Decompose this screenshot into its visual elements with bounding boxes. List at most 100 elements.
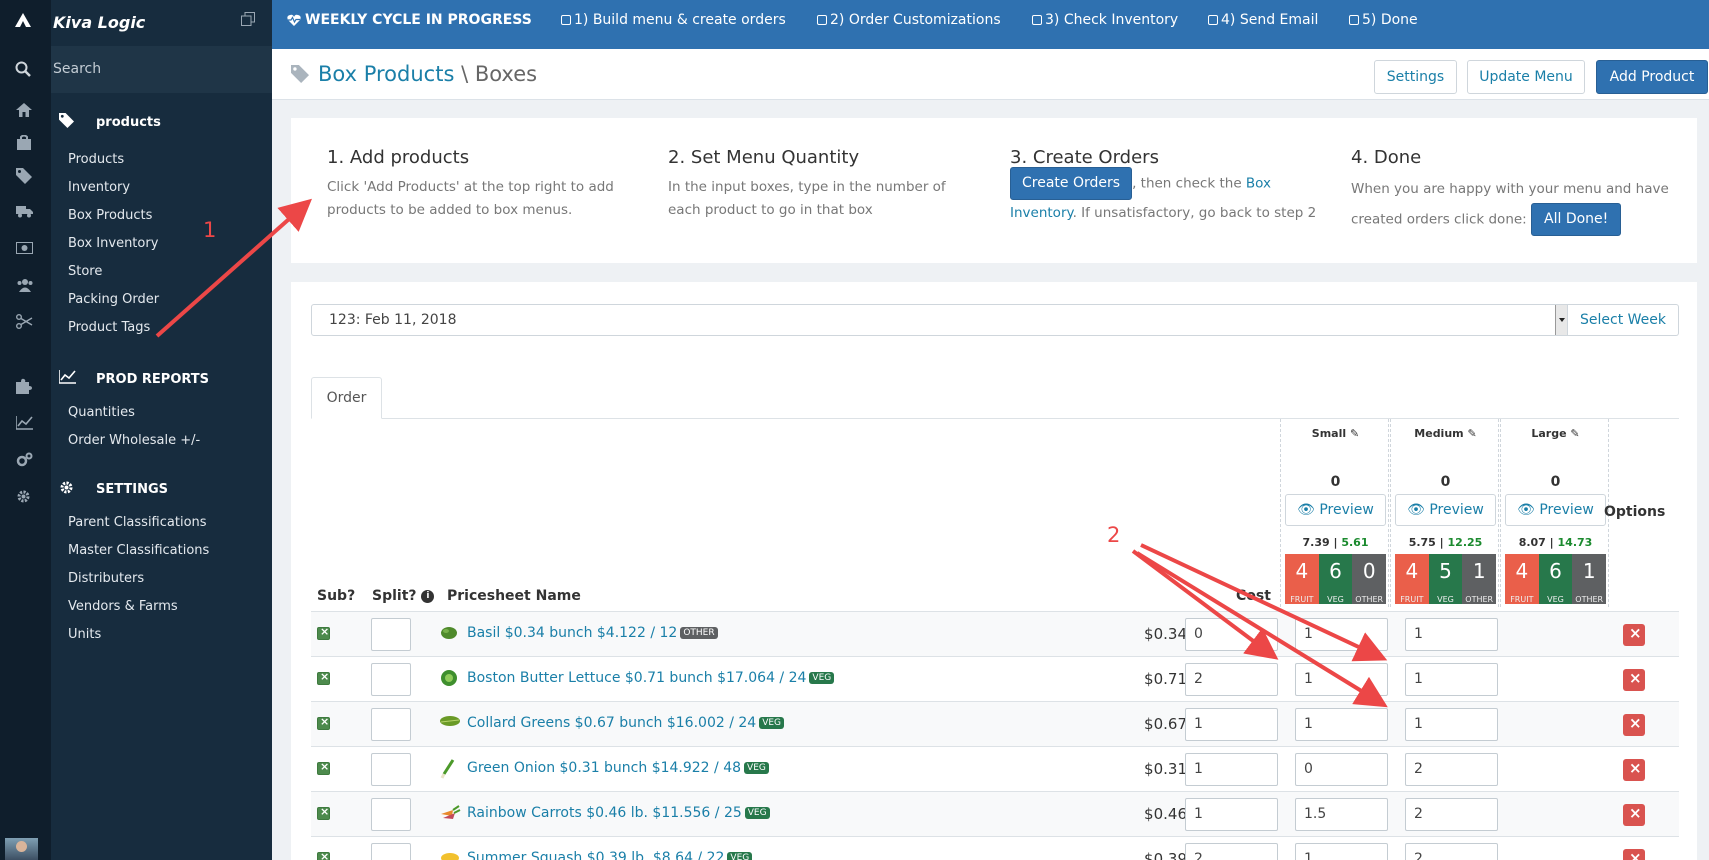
medium-qty-input[interactable]: 1 — [1295, 708, 1388, 741]
sidebar-item-packing-order[interactable]: Packing Order — [68, 292, 159, 307]
split-input[interactable] — [371, 798, 411, 831]
sidebar-item-vendors-farms[interactable]: Vendors & Farms — [68, 599, 178, 614]
medium-qty-input[interactable]: 0 — [1295, 753, 1388, 786]
sub-checkbox[interactable] — [317, 670, 330, 685]
user-avatar[interactable] — [5, 838, 38, 860]
sidebar-item-box-inventory[interactable]: Box Inventory — [68, 236, 158, 251]
small-qty-input[interactable]: 2 — [1185, 663, 1278, 696]
week-select[interactable]: 123: Feb 11, 2018 — [311, 304, 1568, 336]
update-menu-button[interactable]: Update Menu — [1467, 60, 1585, 94]
puzzle-icon[interactable] — [16, 378, 32, 394]
brand-title[interactable]: Kiva Logic — [53, 0, 272, 46]
small-qty-input[interactable]: 1 — [1185, 798, 1278, 831]
copy-icon[interactable] — [241, 12, 255, 26]
cycle-step-label: 1) Build menu & create orders — [574, 12, 786, 28]
all-done-button[interactable]: All Done! — [1531, 203, 1622, 236]
scissors-icon[interactable] — [16, 314, 33, 329]
delete-button[interactable] — [1623, 804, 1645, 826]
home-icon[interactable] — [16, 103, 32, 117]
wrench-icon[interactable]: ✎ — [1570, 427, 1579, 440]
truck-icon[interactable] — [16, 205, 33, 218]
product-name[interactable]: Summer Squash $0.39 lb. $8.64 / 22 VEG — [467, 850, 753, 860]
split-input[interactable] — [371, 618, 411, 651]
chevron-down-icon[interactable] — [1555, 305, 1567, 335]
preview-button[interactable]: 👁 Preview — [1505, 494, 1606, 526]
cycle-step-1[interactable]: 1) Build menu & create orders — [561, 12, 786, 28]
sub-checkbox[interactable] — [317, 850, 330, 860]
cycle-step-3[interactable]: 3) Check Inventory — [1032, 12, 1178, 28]
cycle-step-5[interactable]: 5) Done — [1349, 12, 1418, 28]
split-input[interactable] — [371, 708, 411, 741]
sidebar-item-box-products[interactable]: Box Products — [68, 208, 152, 223]
sidebar-item-master-classifications[interactable]: Master Classifications — [68, 543, 209, 558]
sidebar-item-store[interactable]: Store — [68, 264, 102, 279]
gears-icon[interactable] — [16, 452, 33, 468]
tab-order[interactable]: Order — [311, 377, 382, 419]
delete-button[interactable] — [1623, 624, 1645, 646]
split-input[interactable] — [371, 843, 411, 860]
box-name[interactable]: Small ✎ — [1281, 427, 1390, 440]
sidebar-item-distributers[interactable]: Distributers — [68, 571, 144, 586]
small-qty-input[interactable]: 1 — [1185, 708, 1278, 741]
medium-qty-input[interactable]: 1.5 — [1295, 798, 1388, 831]
sub-checkbox[interactable] — [317, 625, 330, 640]
split-input[interactable] — [371, 753, 411, 786]
preview-button[interactable]: 👁 Preview — [1285, 494, 1386, 526]
sidebar-item-quantities[interactable]: Quantities — [68, 405, 135, 420]
large-qty-input[interactable]: 2 — [1405, 753, 1498, 786]
delete-button[interactable] — [1623, 849, 1645, 860]
product-name[interactable]: Rainbow Carrots $0.46 lb. $11.556 / 25 VE… — [467, 805, 770, 821]
sub-checkbox[interactable] — [317, 760, 330, 775]
sidebar-item-product-tags[interactable]: Product Tags — [68, 320, 150, 335]
sub-checkbox[interactable] — [317, 805, 330, 820]
large-qty-input[interactable]: 2 — [1405, 843, 1498, 860]
delete-button[interactable] — [1623, 759, 1645, 781]
medium-qty-input[interactable]: 1 — [1295, 843, 1388, 860]
small-qty-input[interactable]: 1 — [1185, 753, 1278, 786]
sub-checkbox[interactable] — [317, 715, 330, 730]
search-icon[interactable] — [15, 61, 31, 77]
create-orders-button[interactable]: Create Orders — [1010, 167, 1133, 200]
small-qty-input[interactable]: 2 — [1185, 843, 1278, 860]
gear-icon[interactable] — [16, 489, 31, 504]
split-input[interactable] — [371, 663, 411, 696]
table-row: Green Onion $0.31 bunch $14.922 / 48VEG … — [311, 746, 1679, 791]
product-name[interactable]: Basil $0.34 bunch $4.122 / 12 OTHER — [467, 625, 718, 641]
search-placeholder[interactable]: Search — [53, 61, 101, 77]
sidebar-item-products[interactable]: Products — [68, 152, 124, 167]
sidebar-item-units[interactable]: Units — [68, 627, 101, 642]
wrench-icon[interactable]: ✎ — [1350, 427, 1359, 440]
select-week-button[interactable]: Select Week — [1568, 304, 1679, 336]
large-qty-input[interactable]: 1 — [1405, 708, 1498, 741]
shopping-bag-icon[interactable] — [16, 135, 32, 150]
cycle-step-2[interactable]: 2) Order Customizations — [817, 12, 1001, 28]
tag-icon[interactable] — [16, 168, 32, 184]
cycle-step-4[interactable]: 4) Send Email — [1208, 12, 1318, 28]
medium-qty-input[interactable]: 1 — [1295, 663, 1388, 696]
box-name[interactable]: Medium ✎ — [1391, 427, 1500, 440]
add-product-button[interactable]: Add Product — [1596, 60, 1708, 94]
product-name[interactable]: Green Onion $0.31 bunch $14.922 / 48 VEG — [467, 760, 769, 776]
box-name[interactable]: Large ✎ — [1501, 427, 1610, 440]
sidebar-item-parent-classifications[interactable]: Parent Classifications — [68, 515, 207, 530]
sidebar-search[interactable]: Search — [51, 46, 272, 93]
small-qty-input[interactable]: 0 — [1185, 618, 1278, 651]
medium-qty-input[interactable]: 1 — [1295, 618, 1388, 651]
sidebar-item-order-wholesale[interactable]: Order Wholesale +/- — [68, 433, 200, 448]
info-icon[interactable]: i — [421, 589, 435, 603]
delete-button[interactable] — [1623, 669, 1645, 691]
large-qty-input[interactable]: 1 — [1405, 663, 1498, 696]
large-qty-input[interactable]: 2 — [1405, 798, 1498, 831]
settings-button[interactable]: Settings — [1374, 60, 1457, 94]
users-icon[interactable] — [16, 278, 34, 292]
breadcrumb-box-products[interactable]: Box Products — [318, 62, 454, 86]
line-chart-icon[interactable] — [16, 416, 33, 430]
wrench-icon[interactable]: ✎ — [1467, 427, 1476, 440]
preview-button[interactable]: 👁 Preview — [1395, 494, 1496, 526]
product-name[interactable]: Collard Greens $0.67 bunch $16.002 / 24 V… — [467, 715, 785, 731]
money-icon[interactable] — [16, 242, 33, 254]
product-name[interactable]: Boston Butter Lettuce $0.71 bunch $17.06… — [467, 670, 835, 686]
sidebar-item-inventory[interactable]: Inventory — [68, 180, 130, 195]
large-qty-input[interactable]: 1 — [1405, 618, 1498, 651]
delete-button[interactable] — [1623, 714, 1645, 736]
